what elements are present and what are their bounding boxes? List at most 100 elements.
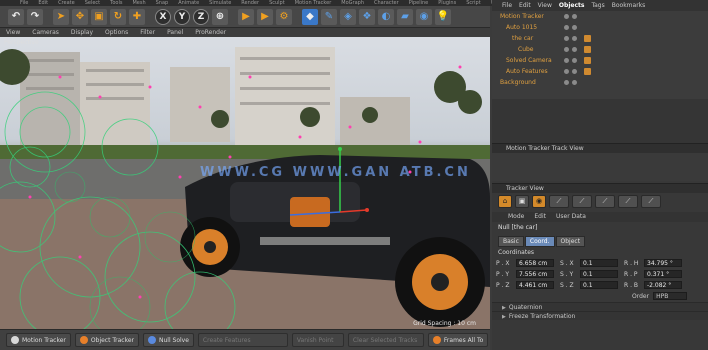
object-list-empty-area[interactable] [492, 99, 708, 143]
r-value-field[interactable]: -2.082 ° [644, 281, 682, 289]
visibility-dot-icon[interactable] [564, 58, 569, 63]
object-tag-icon[interactable] [584, 46, 591, 53]
y-axis-lock-button[interactable]: Y [174, 8, 190, 25]
visibility-flags[interactable] [564, 47, 577, 52]
attributes-menu-mode[interactable]: Mode [508, 212, 524, 222]
viewport-menu-prorender[interactable]: ProRender [195, 28, 226, 37]
clear-tracks-button[interactable]: Clear Selected Tracks [347, 333, 424, 347]
visibility-flags[interactable] [564, 36, 577, 41]
p-value-field[interactable]: 6.658 cm [516, 259, 554, 267]
track-view-area[interactable] [492, 153, 708, 181]
null-solve-button[interactable]: Null Solve [143, 333, 194, 347]
visibility-dot-icon[interactable] [572, 69, 577, 74]
visibility-dot-icon[interactable] [572, 58, 577, 63]
object-row[interactable]: Motion Tracker [492, 11, 708, 22]
r-value-field[interactable]: 0.371 ° [644, 270, 682, 278]
light-icon[interactable]: 💡 [435, 8, 451, 25]
floor-icon[interactable]: ▰ [397, 8, 413, 25]
coordinate-system-icon[interactable]: ⊕ [212, 8, 228, 25]
visibility-dot-icon[interactable] [572, 47, 577, 52]
recent-tools-icon[interactable]: ✚ [129, 8, 145, 25]
visibility-dot-icon[interactable] [564, 36, 569, 41]
z-axis-lock-button[interactable]: Z [193, 8, 209, 25]
viewport-menu-options[interactable]: Options [105, 28, 128, 37]
tracker-path-icon-4[interactable]: ⟋ [618, 195, 638, 208]
tracker-record-icon[interactable]: ◉ [532, 195, 546, 208]
viewport-menu-cameras[interactable]: Cameras [32, 28, 59, 37]
frames-all-button[interactable]: Frames All To [427, 333, 489, 347]
visibility-dot-icon[interactable] [564, 47, 569, 52]
s-value-field[interactable]: 0.1 [580, 259, 618, 267]
visibility-flags[interactable] [564, 25, 577, 30]
object-row[interactable]: Solved Camera [492, 55, 708, 66]
visibility-dot-icon[interactable] [572, 25, 577, 30]
visibility-dot-icon[interactable] [572, 14, 577, 19]
viewport-menu-filter[interactable]: Filter [140, 28, 155, 37]
visibility-flags[interactable] [564, 14, 577, 19]
visibility-dot-icon[interactable] [564, 69, 569, 74]
object-row[interactable]: the car [492, 33, 708, 44]
vanish-point-button[interactable]: Vanish Point [291, 333, 344, 347]
live-selection-icon[interactable]: ➤ [53, 8, 69, 25]
object-tracker-button[interactable]: Object Tracker [74, 333, 139, 347]
object-menu-edit[interactable]: Edit [519, 0, 531, 11]
render-picture-viewer-icon[interactable]: ▶ [257, 8, 273, 25]
object-menu-tags[interactable]: Tags [591, 0, 604, 11]
render-settings-icon[interactable]: ⚙ [276, 8, 292, 25]
visibility-dot-icon[interactable] [564, 14, 569, 19]
visibility-dot-icon[interactable] [572, 36, 577, 41]
deformer-icon[interactable]: ◐ [378, 8, 394, 25]
attributes-menu-user-data[interactable]: User Data [556, 212, 586, 222]
tracker-path-icon-2[interactable]: ⟋ [572, 195, 592, 208]
move-tool-icon[interactable]: ✥ [72, 8, 88, 25]
array-icon[interactable]: ❖ [359, 8, 375, 25]
pen-spline-icon[interactable]: ✎ [321, 8, 337, 25]
tracker-home-icon[interactable]: ⌂ [498, 195, 512, 208]
object-tag-icon[interactable] [584, 35, 591, 42]
tracker-path-icon-5[interactable]: ⟋ [641, 195, 661, 208]
tab-object[interactable]: Object [555, 236, 586, 247]
visibility-dot-icon[interactable] [572, 80, 577, 85]
tab-coord[interactable]: Coord. [524, 236, 555, 247]
visibility-dot-icon[interactable] [564, 80, 569, 85]
object-menu-view[interactable]: View [538, 0, 552, 11]
r-value-field[interactable]: 34.795 ° [644, 259, 682, 267]
order-select[interactable]: HPB [653, 292, 688, 300]
motion-tracker-button[interactable]: Motion Tracker [6, 333, 71, 347]
create-features-button[interactable]: Create Features [197, 333, 288, 347]
object-tag-icon[interactable] [584, 57, 591, 64]
viewport-menu-display[interactable]: Display [71, 28, 93, 37]
redo-icon[interactable]: ↷ [27, 8, 43, 25]
viewport-menu-panel[interactable]: Panel [167, 28, 183, 37]
visibility-flags[interactable] [564, 80, 577, 85]
visibility-flags[interactable] [564, 58, 577, 63]
undo-icon[interactable]: ↶ [8, 8, 24, 25]
viewport-menu-view[interactable]: View [6, 28, 20, 37]
object-menu-objects[interactable]: Objects [559, 0, 585, 11]
object-row[interactable]: Auto 1015 [492, 22, 708, 33]
visibility-flags[interactable] [564, 69, 577, 74]
object-menu-file[interactable]: File [502, 0, 512, 11]
rotate-tool-icon[interactable]: ↻ [110, 8, 126, 25]
object-row[interactable]: Background [492, 77, 708, 88]
attributes-menu-edit[interactable]: Edit [534, 212, 546, 222]
s-value-field[interactable]: 0.1 [580, 270, 618, 278]
p-value-field[interactable]: 7.556 cm [516, 270, 554, 278]
object-row[interactable]: Cube [492, 44, 708, 55]
render-view-icon[interactable]: ▶ [238, 8, 254, 25]
object-row[interactable]: Auto Features [492, 66, 708, 77]
visibility-dot-icon[interactable] [564, 25, 569, 30]
3d-viewport[interactable]: WWW.CG WWW.GAN ATB.CN Grid Spacing : 10 … [0, 37, 490, 329]
scale-tool-icon[interactable]: ▣ [91, 8, 107, 25]
object-menu-bookmarks[interactable]: Bookmarks [612, 0, 646, 11]
p-value-field[interactable]: 4.461 cm [516, 281, 554, 289]
freeze-transformation-group[interactable]: ▶ Freeze Transformation [492, 311, 708, 320]
tracker-frame-icon[interactable]: ▣ [515, 195, 529, 208]
object-tag-icon[interactable] [584, 68, 591, 75]
quaternion-group[interactable]: ▶ Quaternion [492, 302, 708, 311]
x-axis-lock-button[interactable]: X [155, 8, 171, 25]
tracker-path-icon-1[interactable]: ⟋ [549, 195, 569, 208]
camera-icon[interactable]: ◉ [416, 8, 432, 25]
tab-basic[interactable]: Basic [498, 236, 524, 247]
cube-object-icon[interactable]: ◆ [302, 8, 318, 25]
